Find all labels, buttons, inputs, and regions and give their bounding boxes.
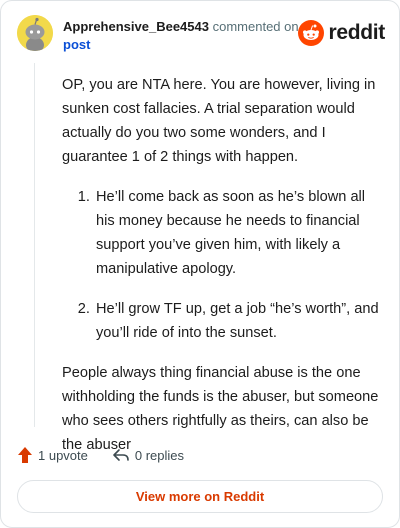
post-link[interactable]: post	[63, 36, 313, 54]
replies-count: 0 replies	[134, 447, 185, 463]
username-link[interactable]: Apprehensive_Bee4543	[63, 19, 209, 34]
reddit-wordmark: reddit	[328, 21, 385, 44]
snoo-avatar-icon[interactable]	[17, 15, 53, 51]
replies-button[interactable]: 0 replies	[112, 447, 184, 463]
comment-body: OP, you are NTA here. You are however, l…	[62, 73, 380, 473]
action-text: commented on	[212, 19, 299, 34]
view-more-button[interactable]: View more on Reddit	[17, 480, 383, 513]
embedded-comment-card: Apprehensive_Bee4543 commented on post r…	[0, 0, 400, 528]
list-item: He’ll come back as soon as he’s blown al…	[94, 185, 380, 281]
reply-arrow-icon	[113, 449, 129, 461]
reddit-logo-icon	[298, 20, 325, 46]
thread-line	[34, 63, 35, 427]
comment-list: He’ll come back as soon as he’s blown al…	[62, 185, 380, 345]
comment-paragraph: People always thing financial abuse is t…	[62, 365, 379, 453]
comment-paragraph: OP, you are NTA here. You are however, l…	[62, 77, 376, 165]
list-item: He’ll grow TF up, get a job “he’s worth”…	[94, 297, 380, 345]
comment-meta: Apprehensive_Bee4543 commented on post	[63, 18, 313, 54]
comment-header: Apprehensive_Bee4543 commented on post r…	[17, 15, 385, 55]
upvote-button[interactable]: 1 upvote	[17, 446, 88, 464]
upvote-arrow-icon	[18, 447, 32, 463]
upvote-count: 1 upvote	[38, 447, 88, 463]
comment-actions: 1 upvote 0 replies	[17, 445, 208, 465]
reddit-brand[interactable]: reddit	[298, 19, 385, 47]
